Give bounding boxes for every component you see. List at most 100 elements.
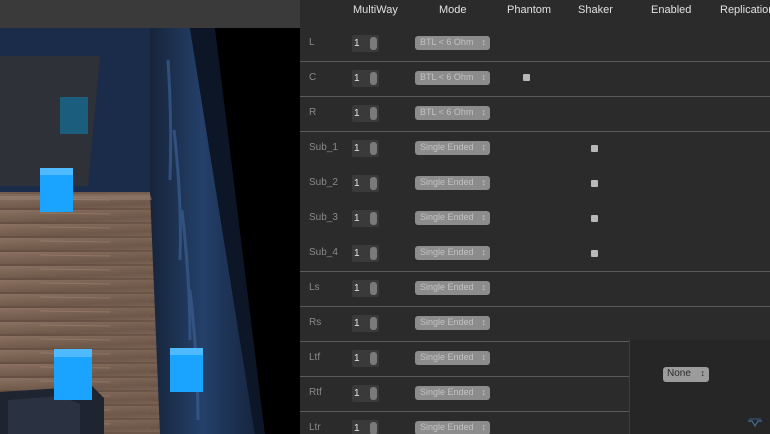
multiway-value: 1 xyxy=(354,353,360,364)
channel-label: Ls xyxy=(309,282,320,293)
col-multiway: MultiWay xyxy=(353,4,398,16)
multiway-value: 1 xyxy=(354,38,360,49)
multiway-value: 1 xyxy=(354,143,360,154)
multiway-stepper[interactable]: 1 xyxy=(352,385,379,402)
mode-select[interactable]: Single Ended ↕ xyxy=(415,421,490,434)
channel-row: R 1 BTL < 6 Ohm ↕ xyxy=(300,96,770,132)
up-down-arrows-icon[interactable] xyxy=(370,387,377,400)
chevron-up-down-icon: ↕ xyxy=(481,317,487,327)
multiway-stepper[interactable]: 1 xyxy=(352,350,379,367)
mode-select[interactable]: Single Ended ↕ xyxy=(415,281,490,295)
multiway-value: 1 xyxy=(354,248,360,259)
up-down-arrows-icon[interactable] xyxy=(370,317,377,330)
channel-label: Sub_4 xyxy=(309,247,338,258)
mode-value: Single Ended xyxy=(420,212,474,222)
chevron-up-down-icon: ↕ xyxy=(481,107,487,117)
mode-value: BTL < 6 Ohm xyxy=(420,107,474,117)
multiway-stepper[interactable]: 1 xyxy=(352,210,379,227)
channel-label: Ltr xyxy=(309,422,321,433)
mode-value: Single Ended xyxy=(420,422,474,432)
channel-label: L xyxy=(309,37,315,48)
mode-select[interactable]: Single Ended ↕ xyxy=(415,351,490,365)
phantom-checkbox[interactable] xyxy=(523,74,530,81)
up-down-arrows-icon[interactable] xyxy=(370,247,377,260)
mode-select[interactable]: Single Ended ↕ xyxy=(415,316,490,330)
mode-select[interactable]: BTL < 6 Ohm ↕ xyxy=(415,106,490,120)
channel-row: C 1 BTL < 6 Ohm ↕ xyxy=(300,61,770,97)
up-down-arrows-icon[interactable] xyxy=(370,37,377,50)
multiway-value: 1 xyxy=(354,388,360,399)
multiway-stepper[interactable]: 1 xyxy=(352,105,379,122)
up-down-arrows-icon[interactable] xyxy=(370,177,377,190)
multiway-value: 1 xyxy=(354,213,360,224)
speaker-cube-back-center[interactable] xyxy=(60,97,88,134)
channel-label: Rtf xyxy=(309,387,322,398)
mode-select[interactable]: Single Ended ↕ xyxy=(415,246,490,260)
channel-label: Ltf xyxy=(309,352,321,363)
channel-label: C xyxy=(309,72,317,83)
multiway-stepper[interactable]: 1 xyxy=(352,280,379,297)
shaker-checkbox[interactable] xyxy=(591,180,598,187)
mode-value: BTL < 6 Ohm xyxy=(420,72,474,82)
up-down-arrows-icon[interactable] xyxy=(370,282,377,295)
channel-config-panel: MultiWay Mode Phantom Shaker Enabled Rep… xyxy=(300,0,770,434)
multiway-value: 1 xyxy=(354,318,360,329)
multiway-stepper[interactable]: 1 xyxy=(352,140,379,157)
up-down-arrows-icon[interactable] xyxy=(370,142,377,155)
mode-select[interactable]: Single Ended ↕ xyxy=(415,211,490,225)
mode-select[interactable]: Single Ended ↕ xyxy=(415,386,490,400)
mode-value: Single Ended xyxy=(420,317,474,327)
up-down-arrows-icon[interactable] xyxy=(370,107,377,120)
replication-select[interactable]: None ↕ xyxy=(663,367,709,382)
shaker-checkbox[interactable] xyxy=(591,250,598,257)
mode-select[interactable]: BTL < 6 Ohm ↕ xyxy=(415,71,490,85)
mode-value: Single Ended xyxy=(420,142,474,152)
col-shaker: Shaker xyxy=(578,4,613,16)
multiway-value: 1 xyxy=(354,178,360,189)
multiway-stepper[interactable]: 1 xyxy=(352,70,379,87)
mode-select[interactable]: Single Ended ↕ xyxy=(415,176,490,190)
col-phantom: Phantom xyxy=(507,4,552,16)
multiway-value: 1 xyxy=(354,423,360,434)
speaker-cube-surround-right[interactable] xyxy=(170,348,203,392)
speaker-cube-surround-left[interactable] xyxy=(54,349,92,400)
chevron-up-down-icon: ↕ xyxy=(481,177,487,187)
chevron-up-down-icon: ↕ xyxy=(481,72,487,82)
channel-label: Sub_1 xyxy=(309,142,338,153)
mode-value: Single Ended xyxy=(420,247,474,257)
multiway-value: 1 xyxy=(354,108,360,119)
channel-row: Sub_4 1 Single Ended ↕ xyxy=(300,236,770,272)
channel-label: Sub_2 xyxy=(309,177,338,188)
chevron-up-down-icon: ↕ xyxy=(481,247,487,257)
shaker-checkbox[interactable] xyxy=(591,145,598,152)
shaker-checkbox[interactable] xyxy=(591,215,598,222)
chevron-up-down-icon: ↕ xyxy=(481,142,487,152)
multiway-stepper[interactable]: 1 xyxy=(352,315,379,332)
up-down-arrows-icon[interactable] xyxy=(370,212,377,225)
up-down-arrows-icon[interactable] xyxy=(370,422,377,434)
chevron-up-down-icon: ↕ xyxy=(481,212,487,222)
col-enabled: Enabled xyxy=(651,4,692,16)
channel-label: R xyxy=(309,107,317,118)
chevron-up-down-icon: ↕ xyxy=(481,37,487,47)
multiway-stepper[interactable]: 1 xyxy=(352,420,379,434)
multiway-stepper[interactable]: 1 xyxy=(352,175,379,192)
mode-value: BTL < 6 Ohm xyxy=(420,37,474,47)
col-mode: Mode xyxy=(439,4,467,16)
chevron-up-down-icon: ↕ xyxy=(481,387,487,397)
chevron-up-down-icon: ↕ xyxy=(481,422,487,432)
channel-row: Sub_3 1 Single Ended ↕ xyxy=(300,201,770,236)
chevron-up-down-icon: ↕ xyxy=(700,368,706,378)
up-down-arrows-icon[interactable] xyxy=(370,72,377,85)
multiway-stepper[interactable]: 1 xyxy=(352,35,379,52)
up-down-arrows-icon[interactable] xyxy=(370,352,377,365)
mode-select[interactable]: Single Ended ↕ xyxy=(415,141,490,155)
channel-label: Sub_3 xyxy=(309,212,338,223)
channel-row: Sub_2 1 Single Ended ↕ xyxy=(300,166,770,201)
speaker-cube-front-left[interactable] xyxy=(40,168,73,212)
logo-icon xyxy=(748,418,762,428)
room-3d-view[interactable] xyxy=(0,0,300,434)
multiway-stepper[interactable]: 1 xyxy=(352,245,379,262)
column-header: MultiWay Mode Phantom Shaker Enabled Rep… xyxy=(300,0,770,22)
mode-select[interactable]: BTL < 6 Ohm ↕ xyxy=(415,36,490,50)
